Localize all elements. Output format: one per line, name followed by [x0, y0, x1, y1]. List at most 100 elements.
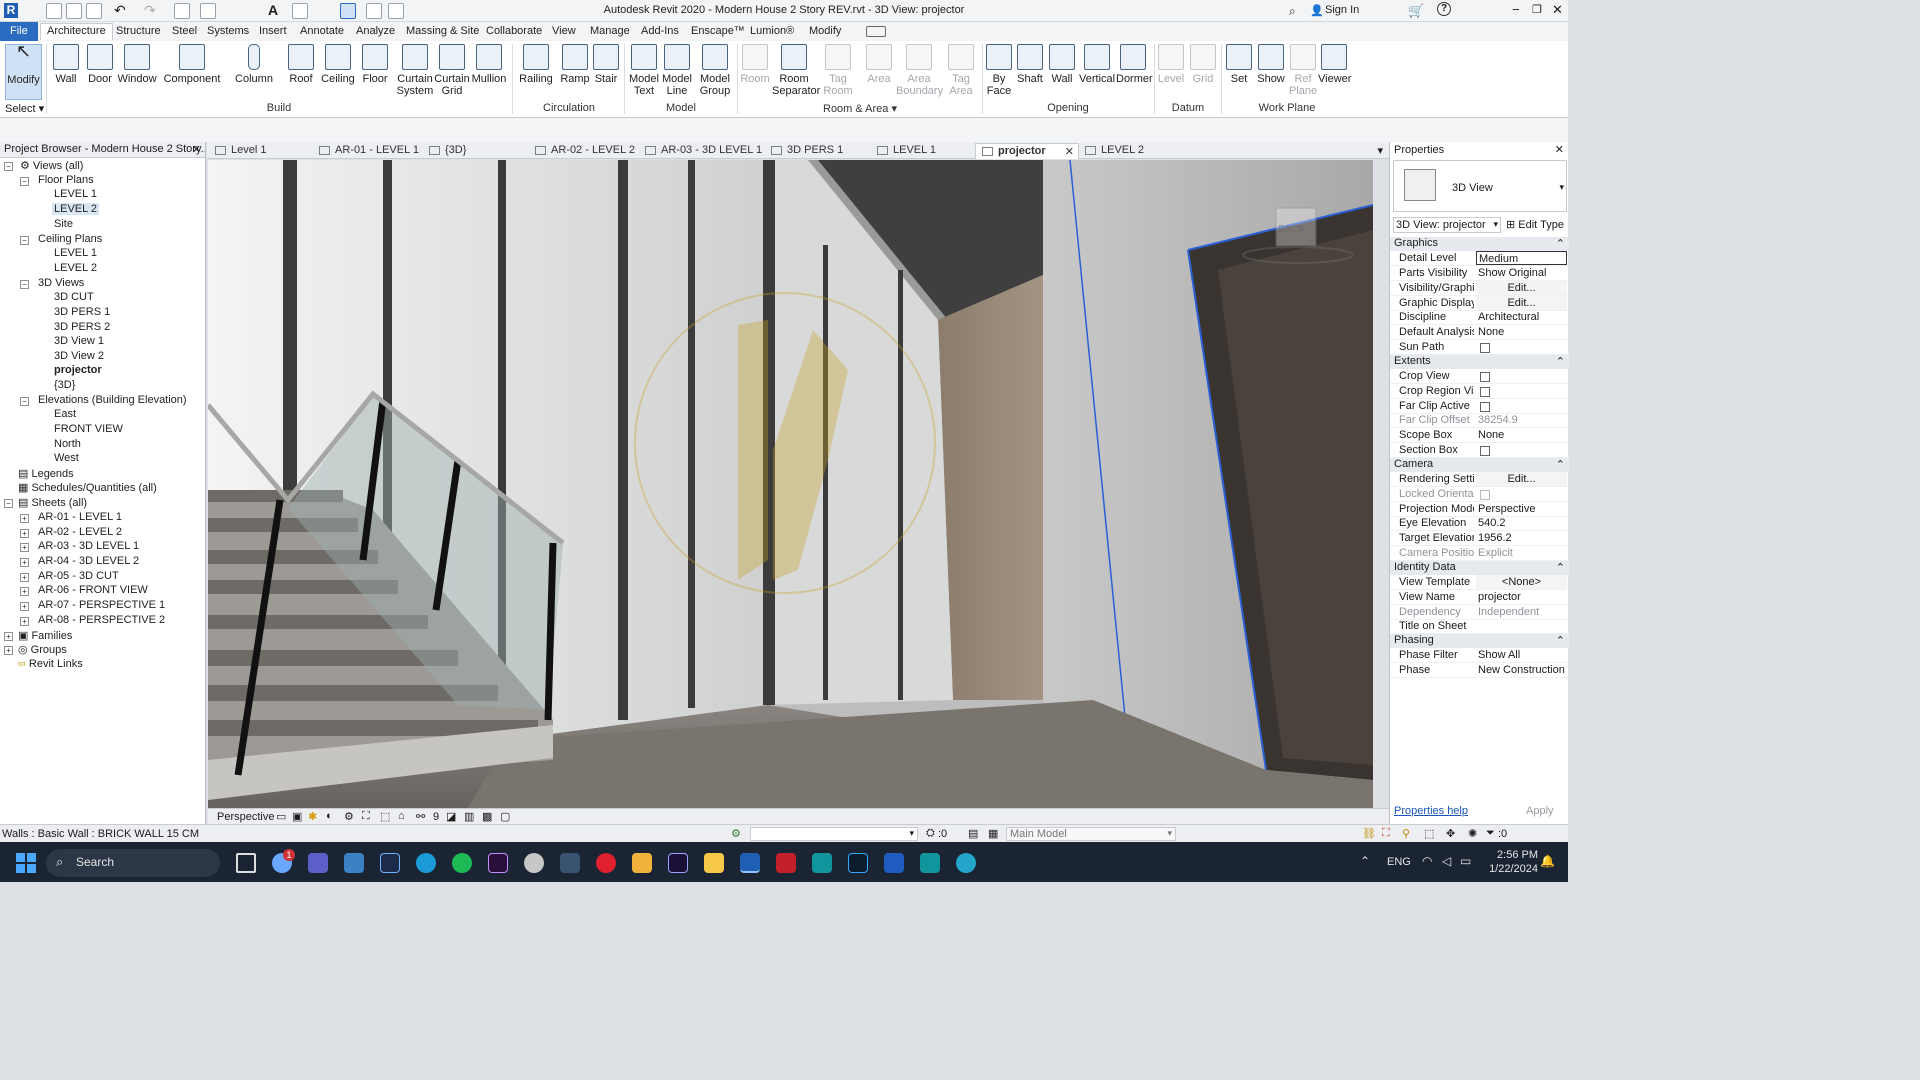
calculator-icon[interactable]	[560, 853, 580, 873]
view-tab-ar03[interactable]: AR-03 - 3D LEVEL 1	[639, 143, 766, 159]
edit-type-button[interactable]: ⊞ Edit Type	[1506, 218, 1564, 231]
prop-rendering-settings[interactable]: Rendering Setti...Edit...	[1390, 472, 1569, 487]
prop-value[interactable]: 540.2	[1476, 516, 1567, 530]
restore-icon[interactable]: ❐	[1532, 3, 1542, 16]
network-app-icon[interactable]	[956, 853, 976, 873]
battery-icon[interactable]: ▭	[1460, 854, 1471, 868]
view-tab-projector[interactable]: projector ✕	[975, 143, 1079, 159]
clock-date[interactable]: 1/22/2024	[1482, 863, 1538, 875]
set-button[interactable]: Set	[1225, 44, 1253, 85]
reveal-hidden-icon[interactable]: ◪	[446, 810, 456, 823]
word-icon[interactable]	[884, 853, 904, 873]
tree-collapse-icon[interactable]: −	[4, 499, 13, 508]
tab-analyze[interactable]: Analyze	[350, 24, 401, 41]
prop-discipline[interactable]: Discipline Architectural	[1390, 310, 1569, 325]
3dsmax-icon[interactable]	[812, 853, 832, 873]
tree-sheet-ar05[interactable]: AR-05 - 3D CUT	[38, 570, 119, 582]
media-player-icon[interactable]	[632, 853, 652, 873]
tab-file[interactable]: File	[0, 22, 38, 41]
tree-legends[interactable]: ▤ Legends	[18, 467, 74, 480]
tree-3d-pers-2[interactable]: 3D PERS 2	[54, 321, 110, 333]
prop-view-template[interactable]: View Template <None>	[1390, 575, 1569, 590]
tree-3d-default[interactable]: {3D}	[54, 379, 75, 391]
floor-button[interactable]: Floor	[360, 44, 390, 85]
model-text-button[interactable]: Model Text	[628, 44, 660, 97]
workset-dropdown[interactable]: ▾	[750, 827, 918, 841]
tree-3d-pers-1[interactable]: 3D PERS 1	[54, 306, 110, 318]
3dsmax-2-icon[interactable]	[920, 853, 940, 873]
tree-collapse-icon[interactable]: −	[20, 280, 29, 289]
tree-collapse-icon[interactable]: −	[20, 236, 29, 245]
component-button[interactable]: Component	[163, 44, 221, 85]
edit-button[interactable]: Edit...	[1476, 281, 1567, 295]
view-tab-level-2[interactable]: LEVEL 2	[1079, 143, 1148, 159]
prop-value[interactable]: None	[1476, 325, 1567, 339]
tab-lumion[interactable]: Lumion®	[744, 24, 800, 41]
autocad-icon[interactable]	[776, 853, 796, 873]
3d-viewport[interactable]: BACK	[208, 160, 1373, 808]
teams-icon[interactable]	[308, 853, 328, 873]
curtain-system-button[interactable]: Curtain System	[396, 44, 434, 97]
prop-value[interactable]	[1476, 619, 1567, 633]
ribbon-minimize-icon[interactable]	[866, 26, 886, 37]
exclude-options-icon[interactable]: ▦	[988, 827, 998, 840]
curtain-grid-button[interactable]: Curtain Grid	[434, 44, 470, 97]
language-indicator[interactable]: ENG	[1387, 856, 1411, 868]
modify-button[interactable]: ↖ Modify	[5, 42, 42, 100]
task-view-icon[interactable]	[236, 853, 256, 873]
tree-elevation-west[interactable]: West	[54, 452, 79, 464]
prop-sun-path[interactable]: Sun Path	[1390, 340, 1569, 355]
editable-only-icon[interactable]: ⛭	[926, 827, 935, 840]
door-button[interactable]: Door	[85, 44, 115, 85]
prop-phase[interactable]: Phase New Construction	[1390, 663, 1569, 678]
select-dropdown[interactable]: Select ▾	[5, 102, 44, 115]
project-browser-close-icon[interactable]: ✕	[192, 143, 201, 156]
select-underlay-icon[interactable]: ⛶	[1382, 827, 1390, 840]
tag-area-button[interactable]: Tag Area	[945, 44, 977, 97]
prop-value[interactable]: Show Original	[1476, 266, 1567, 280]
prop-value[interactable]: New Construction	[1476, 663, 1567, 677]
tree-expand-icon[interactable]: +	[20, 617, 29, 626]
panel-room-area[interactable]: Room & Area ▾	[739, 102, 981, 115]
background-process-icon[interactable]: ✺	[1468, 827, 1477, 840]
group-identity-data[interactable]: Identity Data ⌃	[1390, 561, 1569, 575]
sign-in-link[interactable]: Sign In	[1325, 4, 1359, 16]
tree-expand-icon[interactable]: +	[20, 587, 29, 596]
tree-collapse-icon[interactable]: −	[4, 162, 13, 171]
tree-sheet-ar06[interactable]: AR-06 - FRONT VIEW	[38, 584, 148, 596]
prop-value[interactable]: 1956.2	[1476, 531, 1567, 545]
minimize-icon[interactable]: −	[1512, 2, 1520, 17]
prop-value[interactable]: Perspective	[1476, 502, 1567, 516]
edit-button[interactable]: Edit...	[1476, 472, 1567, 486]
tag-room-button[interactable]: Tag Room	[822, 44, 854, 97]
group-extents[interactable]: Extents ⌃	[1390, 355, 1569, 369]
properties-close-icon[interactable]: ✕	[1555, 143, 1564, 156]
tree-expand-icon[interactable]: +	[20, 573, 29, 582]
help-icon[interactable]: ?	[1437, 2, 1451, 16]
projection-label[interactable]: Perspective	[217, 811, 274, 823]
tab-modify[interactable]: Modify	[803, 24, 847, 41]
prop-default-analysis[interactable]: Default Analysis...None	[1390, 325, 1569, 340]
prop-value[interactable]: Architectural	[1476, 310, 1567, 324]
opening-wall-button[interactable]: Wall	[1048, 44, 1076, 85]
properties-help-link[interactable]: Properties help	[1394, 805, 1468, 817]
tab-insert[interactable]: Insert	[253, 24, 293, 41]
tab-collaborate[interactable]: Collaborate	[480, 24, 548, 41]
prop-crop-region-visible[interactable]: Crop Region Vis...	[1390, 384, 1569, 399]
tree-3d-view-1[interactable]: 3D View 1	[54, 335, 104, 347]
temp-hide-icon[interactable]: ⚯	[416, 810, 425, 823]
tree-elevation-north[interactable]: North	[54, 438, 81, 450]
show-button[interactable]: Show	[1256, 44, 1286, 85]
wall-button[interactable]: Wall	[50, 44, 82, 85]
tree-floor-plan-site[interactable]: Site	[54, 218, 73, 230]
prop-phase-filter[interactable]: Phase Filter Show All	[1390, 648, 1569, 663]
prop-title-on-sheet[interactable]: Title on Sheet	[1390, 619, 1569, 634]
tree-sheet-ar01[interactable]: AR-01 - LEVEL 1	[38, 511, 122, 523]
show-crop-icon[interactable]: ⬚	[380, 810, 390, 823]
shaft-button[interactable]: Shaft	[1015, 44, 1045, 85]
visual-style-icon[interactable]: ▣	[292, 810, 302, 823]
opening-by-face-button[interactable]: By Face	[985, 44, 1013, 97]
edge-icon[interactable]	[416, 853, 436, 873]
tree-elevation-east[interactable]: East	[54, 408, 76, 420]
tray-chevron-icon[interactable]: ⌃	[1360, 854, 1370, 868]
